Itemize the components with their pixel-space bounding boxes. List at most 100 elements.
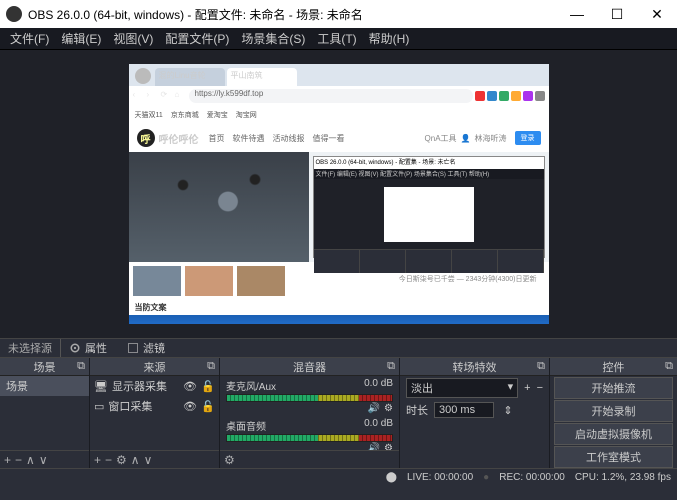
site-nav-item: 值得一看 (313, 133, 345, 144)
browser-profile-avatar (135, 68, 151, 84)
controls-header: 控件 (603, 359, 625, 375)
menu-edit[interactable]: 编辑(E) (55, 30, 107, 47)
channel-db: 0.0 dB (364, 418, 393, 433)
filters-button[interactable]: 滤镜 (143, 340, 165, 356)
popout-icon[interactable]: ⧉ (77, 360, 85, 373)
gear-icon[interactable] (69, 342, 81, 354)
cpu-usage: CPU: 1.2%, 23.98 fps (575, 472, 671, 483)
menu-scene-collection[interactable]: 场景集合(S) (235, 30, 311, 47)
popout-icon[interactable]: ⧉ (537, 360, 545, 373)
channel-name: 桌面音频 (226, 418, 266, 433)
scene-down-button[interactable]: ∨ (39, 453, 48, 467)
bookmark-item: 天猫双11 (135, 110, 163, 120)
remove-scene-button[interactable]: − (15, 453, 22, 467)
filter-icon[interactable] (127, 342, 139, 354)
chevron-down-icon: ▾ (508, 380, 514, 396)
properties-button[interactable]: 属性 (85, 340, 107, 356)
add-scene-button[interactable]: + (4, 453, 11, 467)
thumbnail (185, 266, 233, 296)
ext-icon (475, 91, 485, 101)
start-recording-button[interactable]: 开始录制 (554, 400, 673, 422)
no-source-label: 未选择源 (0, 340, 60, 356)
popout-icon[interactable]: ⧉ (387, 360, 395, 373)
rec-indicator-icon: ⬤ (386, 472, 397, 483)
scene-item[interactable]: 场景 (0, 376, 89, 396)
ext-icon (499, 91, 509, 101)
window-titlebar: OBS 26.0.0 (64-bit, windows) - 配置文件: 未命名… (0, 0, 677, 28)
visibility-toggle[interactable]: 👁 (183, 400, 197, 413)
add-source-button[interactable]: + (94, 453, 101, 467)
menu-view[interactable]: 视图(V) (107, 30, 159, 47)
status-bar: ⬤ LIVE: 00:00:00 ● REC: 00:00:00 CPU: 1.… (0, 468, 677, 486)
reload-icon: ⟳ (161, 90, 173, 102)
site-nav-item: 活动线报 (273, 133, 305, 144)
menu-profile[interactable]: 配置文件(P) (159, 30, 235, 47)
close-button[interactable]: ✕ (637, 0, 677, 28)
studio-mode-button[interactable]: 工作室模式 (554, 446, 673, 468)
maximize-button[interactable]: ☐ (597, 0, 637, 28)
forward-icon: › (147, 90, 159, 102)
lock-toggle[interactable]: 🔓 (201, 400, 215, 413)
minimize-button[interactable]: — (557, 0, 597, 28)
ext-icon (535, 91, 545, 101)
bookmark-bar: 天猫双11 京东商城 爱淘宝 淘宝网 (129, 106, 549, 124)
source-props-button[interactable]: ⚙ (116, 453, 127, 467)
back-icon: ‹ (133, 90, 145, 102)
captured-screen: 混的Linu音轮 平山南筑 ‹ › ⟳ ⌂ https://ly.k599df.… (129, 64, 549, 324)
thumbnail (133, 266, 181, 296)
transition-select[interactable]: 淡出▾ (406, 378, 518, 398)
section-label: 当防文案 (129, 300, 549, 315)
mute-button[interactable]: 🔊 (368, 403, 380, 414)
audio-meter (226, 434, 393, 442)
browser-tab-active: 平山南筑 (227, 68, 297, 86)
mixer-settings-button[interactable]: ⚙ (224, 453, 235, 467)
source-down-button[interactable]: ∨ (144, 453, 153, 467)
audio-meter (226, 394, 393, 402)
source-toolbar: 未选择源 属性 滤镜 (0, 338, 677, 358)
visibility-toggle[interactable]: 👁 (183, 380, 197, 393)
channel-db: 0.0 dB (364, 378, 393, 393)
remove-source-button[interactable]: − (105, 453, 112, 467)
rec-dot-icon: ● (483, 472, 489, 483)
nested-menu: 文件(F) 编辑(E) 视图(V) 配置文件(P) 场景集合(S) 工具(T) … (314, 169, 544, 179)
mixer-panel: 混音器 ⧉ 麦克风/Aux0.0 dB 🔊⚙ 桌面音频0.0 dB 🔊⚙ ⚙ (220, 358, 400, 468)
duration-stepper[interactable]: ⇕ (500, 404, 516, 417)
rec-time: REC: 00:00:00 (499, 472, 565, 483)
home-icon: ⌂ (175, 90, 187, 102)
mute-button[interactable]: 🔊 (368, 443, 380, 450)
sources-header: 来源 (144, 359, 166, 375)
scene-up-button[interactable]: ∧ (26, 453, 35, 467)
scenes-header: 场景 (34, 359, 56, 375)
duration-input[interactable]: 300 ms (434, 402, 494, 418)
live-time: LIVE: 00:00:00 (407, 472, 473, 483)
menu-help[interactable]: 帮助(H) (363, 30, 416, 47)
main-menu-bar: 文件(F) 编辑(E) 视图(V) 配置文件(P) 场景集合(S) 工具(T) … (0, 28, 677, 50)
transitions-panel: 转场特效 ⧉ 淡出▾ + − 时长 300 ms ⇕ (400, 358, 550, 468)
ext-icon (523, 91, 533, 101)
mixer-header: 混音器 (293, 359, 326, 375)
nested-title: OBS 26.0.0 (64-bit, windows) - 配置集 - 场景:… (314, 157, 544, 169)
menu-tools[interactable]: 工具(T) (311, 30, 362, 47)
menu-file[interactable]: 文件(F) (4, 30, 55, 47)
source-item[interactable]: 🖥 显示器采集 👁 🔓 (90, 376, 219, 396)
source-label: 显示器采集 (112, 378, 179, 394)
duration-label: 时长 (406, 402, 428, 418)
site-nav-item: QnA工具 (425, 133, 457, 144)
source-item[interactable]: ▭ 窗口采集 👁 🔓 (90, 396, 219, 416)
remove-transition-button[interactable]: − (537, 382, 543, 394)
lock-toggle[interactable]: 🔓 (201, 380, 215, 393)
popout-icon[interactable]: ⧉ (207, 360, 215, 373)
source-up-button[interactable]: ∧ (131, 453, 140, 467)
nested-obs-window: OBS 26.0.0 (64-bit, windows) - 配置集 - 场景:… (313, 156, 545, 258)
windows-taskbar (129, 315, 549, 324)
source-label: 窗口采集 (108, 398, 179, 414)
preview-canvas[interactable]: 混的Linu音轮 平山南筑 ‹ › ⟳ ⌂ https://ly.k599df.… (0, 50, 677, 338)
add-transition-button[interactable]: + (524, 382, 530, 394)
start-streaming-button[interactable]: 开始推流 (554, 377, 673, 399)
popout-icon[interactable]: ⧉ (665, 360, 673, 373)
virtual-camera-button[interactable]: 启动虚拟摄像机 (554, 423, 673, 445)
bookmark-item: 京东商城 (171, 110, 199, 120)
channel-settings-button[interactable]: ⚙ (384, 443, 393, 450)
channel-settings-button[interactable]: ⚙ (384, 403, 393, 414)
browser-tab: 混的Linu音轮 (155, 68, 225, 86)
